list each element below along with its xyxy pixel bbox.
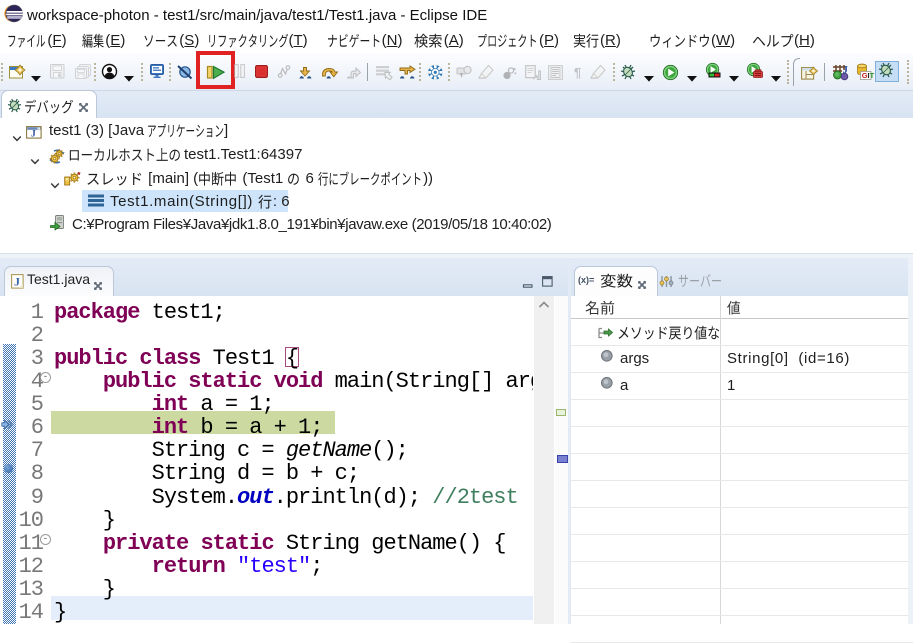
svg-text:J: J [14, 275, 20, 289]
svg-text:J: J [31, 130, 36, 140]
svg-text:GIT: GIT [862, 71, 875, 80]
